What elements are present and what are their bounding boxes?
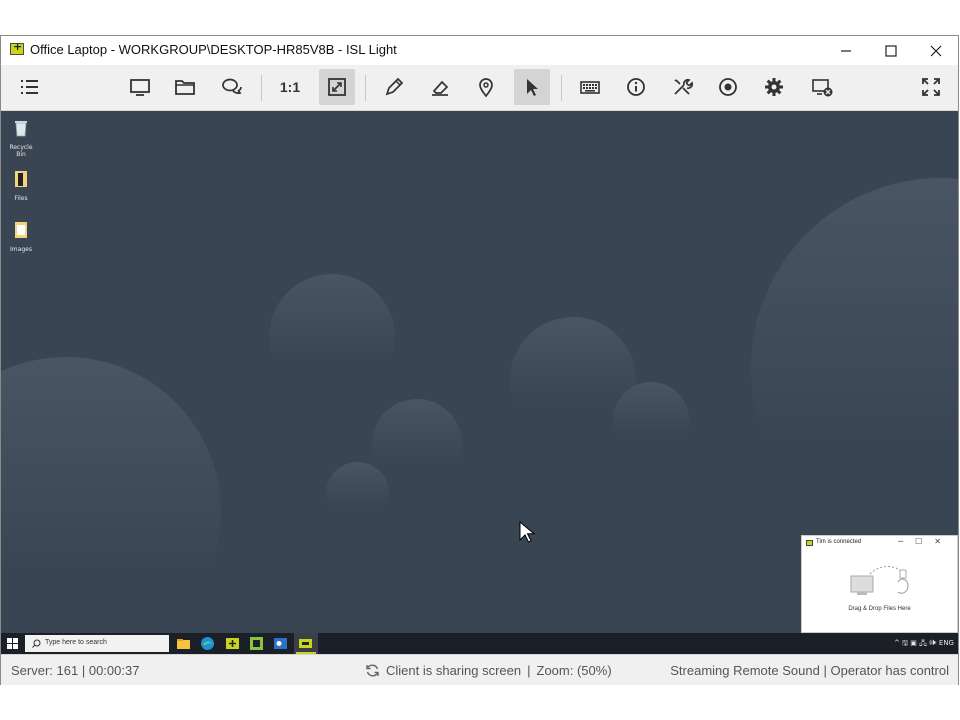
active-taskbar-app[interactable]	[294, 633, 318, 654]
disconnect-icon[interactable]	[804, 69, 840, 105]
folder-icon[interactable]	[167, 69, 203, 105]
wallpaper-bubble	[372, 399, 462, 489]
desktop-icon-files[interactable]: Files	[5, 170, 37, 202]
isl-alwayson-icon[interactable]	[225, 636, 240, 651]
title-bar: Office Laptop - WORKGROUP\DESKTOP-HR85V8…	[1, 36, 958, 65]
status-left: Server: 161 | 00:00:37	[11, 663, 139, 678]
window-title: Office Laptop - WORKGROUP\DESKTOP-HR85V8…	[30, 42, 397, 57]
desktop-icon-images[interactable]: Images	[5, 221, 37, 253]
one-to-one-label: 1:1	[279, 79, 301, 95]
wallpaper-bubble	[613, 382, 689, 458]
monitor-icon[interactable]	[122, 69, 158, 105]
toolbar-separator	[261, 75, 262, 101]
isl-light-window: Office Laptop - WORKGROUP\DESKTOP-HR85V8…	[0, 35, 959, 685]
wallpaper-bubble	[751, 178, 958, 558]
one-to-one-button[interactable]: 1:1	[272, 69, 308, 105]
chat-icon[interactable]	[214, 69, 250, 105]
wallpaper-bubble	[1, 357, 221, 654]
mouse-cursor-icon	[519, 521, 535, 543]
desktop-icon-label: Recycle Bin	[9, 144, 33, 158]
pin-icon[interactable]	[468, 69, 504, 105]
status-separator: |	[823, 663, 827, 678]
keyboard-icon[interactable]	[572, 69, 608, 105]
toolbar-separator	[365, 75, 366, 101]
status-bar: Server: 161 | 00:00:37 Client is sharing…	[1, 654, 958, 685]
outlook-icon[interactable]	[273, 636, 288, 651]
file-icon	[15, 171, 27, 187]
status-middle: Client is sharing screen | Zoom: (50%)	[365, 663, 612, 678]
control-status: Operator has control	[830, 663, 949, 678]
minimize-button[interactable]	[823, 36, 869, 65]
fit-screen-icon[interactable]	[319, 69, 355, 105]
status-separator: |	[527, 663, 531, 678]
isl-groop-icon[interactable]	[249, 636, 264, 651]
toolbar-separator	[561, 75, 562, 101]
status-separator: |	[81, 663, 86, 678]
close-button[interactable]	[913, 36, 959, 65]
wallpaper-bubble	[269, 274, 395, 400]
edge-browser-icon[interactable]	[200, 636, 215, 651]
file-explorer-icon[interactable]	[176, 636, 191, 651]
zoom-status: Zoom: (50%)	[536, 663, 612, 678]
record-icon[interactable]	[710, 69, 746, 105]
notification-window-controls[interactable]: ─☐✕	[898, 537, 953, 546]
drag-drop-label: Drag & Drop Files Here	[848, 606, 911, 612]
tools-icon[interactable]	[664, 69, 700, 105]
search-placeholder: Type here to search	[45, 639, 107, 646]
desktop-icon-label: Files	[14, 195, 28, 202]
isl-app-icon	[10, 40, 24, 55]
windows-taskbar: Type here to search ^ 🖫 ▣ 🖧 🕪 ENG	[1, 633, 958, 654]
toolbar: 1:1	[1, 65, 958, 111]
desktop-icon-recycle-bin[interactable]: Recycle Bin	[5, 119, 37, 158]
isl-app-icon	[806, 540, 813, 546]
taskbar-search-box[interactable]: Type here to search	[25, 635, 169, 652]
pointer-icon[interactable]	[514, 69, 550, 105]
fullscreen-icon[interactable]	[913, 69, 949, 105]
isl-light-icon	[299, 639, 312, 648]
pen-icon[interactable]	[376, 69, 412, 105]
desktop-icon-label: Images	[10, 246, 32, 253]
settings-icon[interactable]	[756, 69, 792, 105]
notification-title: Tim is connected	[816, 539, 862, 545]
remote-desktop-view[interactable]: Recycle Bin Files Images Tim is connecte…	[1, 111, 958, 654]
windows-start-icon[interactable]	[7, 638, 18, 649]
system-tray[interactable]: ^ 🖫 ▣ 🖧 🕪 ENG	[894, 639, 954, 650]
info-icon[interactable]	[618, 69, 654, 105]
connection-notification: Tim is connected ─☐✕ Drag & Drop Files H…	[801, 535, 958, 633]
recycle-bin-icon	[15, 121, 27, 137]
sharing-status: Client is sharing screen	[386, 663, 522, 678]
maximize-button[interactable]	[868, 36, 914, 65]
search-icon	[32, 639, 41, 648]
session-timer: 00:00:37	[88, 663, 140, 678]
server-label: Server: 161	[11, 663, 79, 678]
drag-drop-illustration-icon	[850, 566, 909, 595]
wallpaper-bubble	[326, 462, 389, 525]
eraser-icon[interactable]	[422, 69, 458, 105]
file-icon	[15, 222, 27, 238]
sound-status: Streaming Remote Sound	[670, 663, 820, 678]
status-right: Streaming Remote Sound | Operator has co…	[670, 663, 949, 678]
refresh-icon	[366, 664, 379, 677]
menu-icon[interactable]	[11, 69, 47, 105]
